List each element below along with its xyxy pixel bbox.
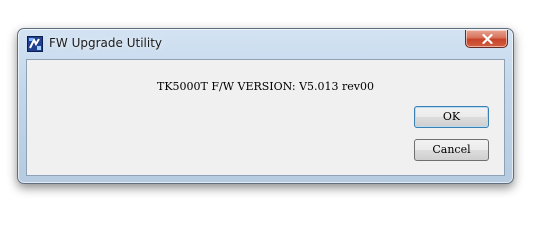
ok-button[interactable]: OK (414, 106, 489, 128)
fw-upgrade-app-icon (27, 36, 43, 52)
close-button[interactable] (465, 30, 508, 48)
dialog-client-area: TK5000T F/W VERSION: V5.013 rev00 OK Can… (26, 59, 505, 176)
firmware-version-message: TK5000T F/W VERSION: V5.013 rev00 (156, 80, 375, 93)
title-bar[interactable]: FW Upgrade Utility (18, 29, 513, 57)
dialog-window: FW Upgrade Utility TK5000T F/W VERSION: … (17, 28, 514, 184)
cancel-button[interactable]: Cancel (414, 139, 489, 161)
window-title: FW Upgrade Utility (49, 36, 162, 50)
